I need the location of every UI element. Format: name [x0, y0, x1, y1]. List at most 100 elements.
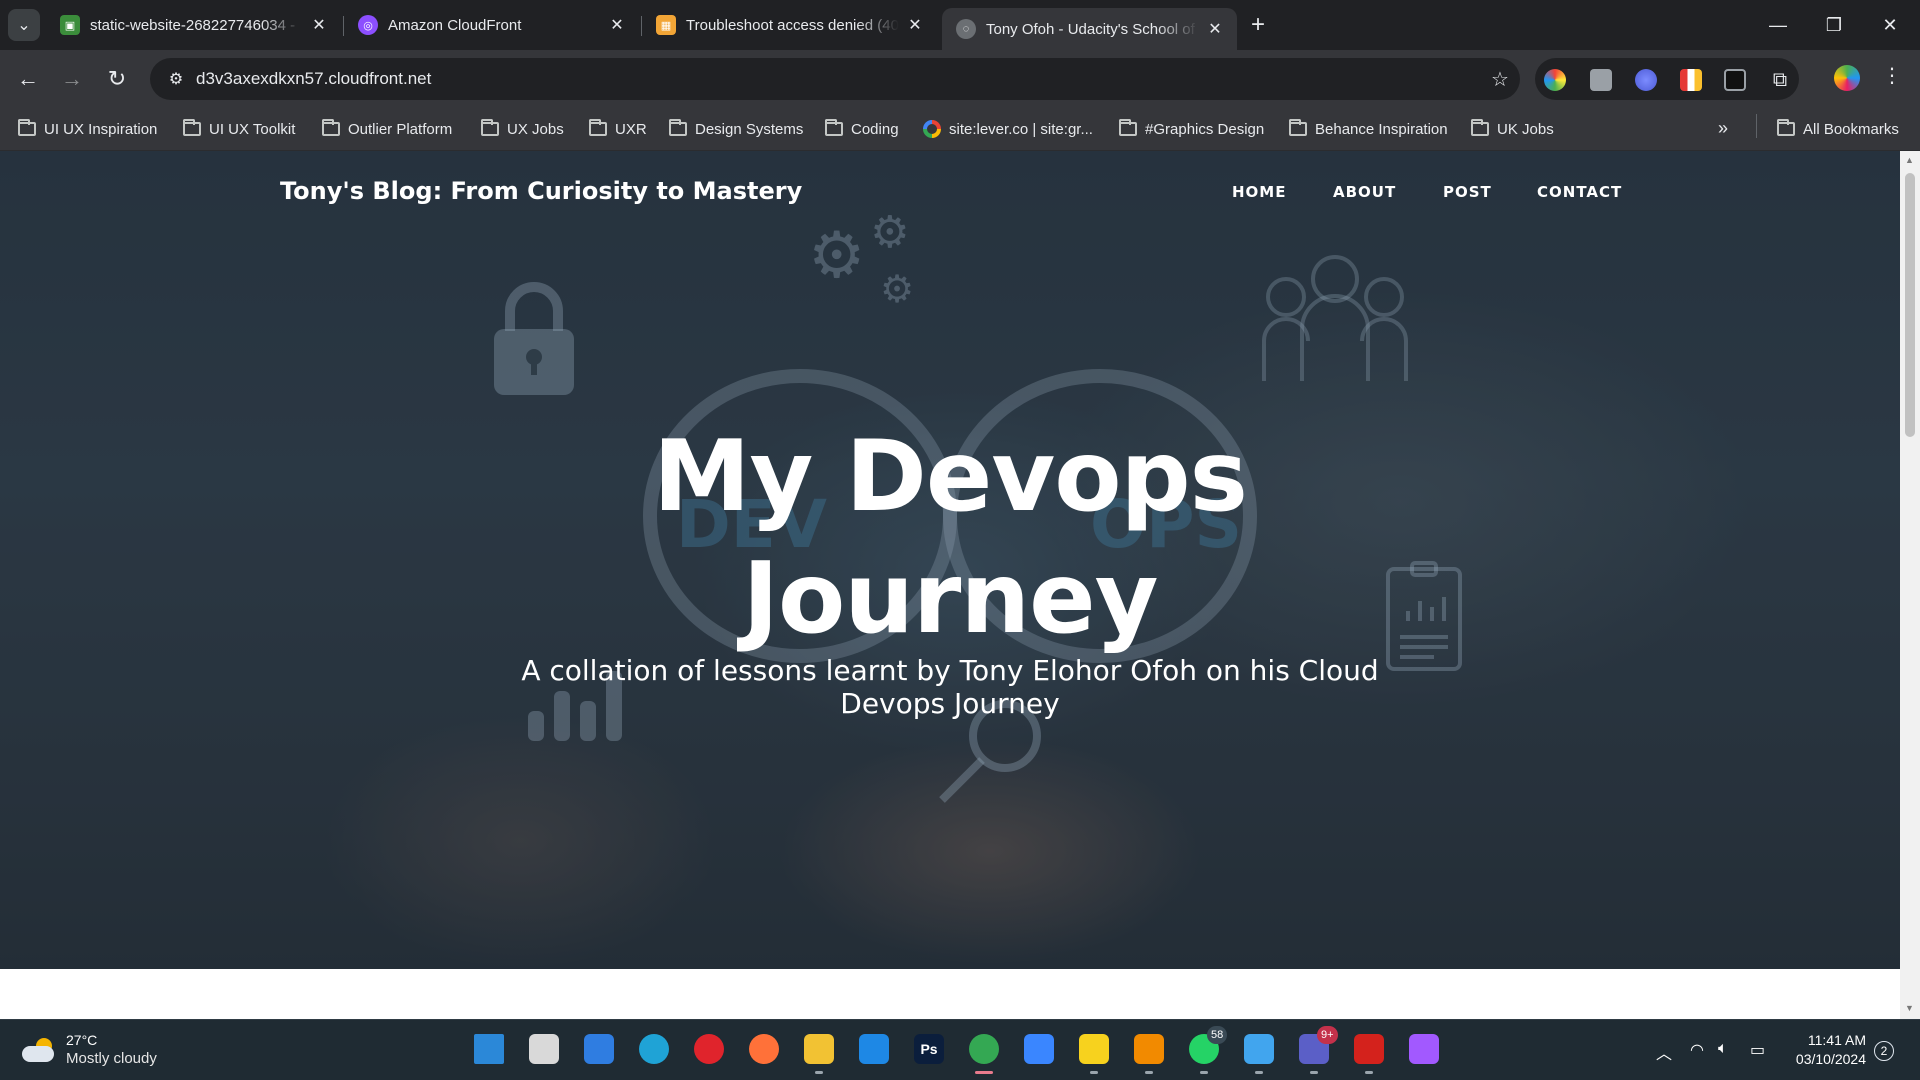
color-picker-extension-icon[interactable]: [1544, 69, 1566, 91]
close-icon[interactable]: ✕: [905, 15, 925, 35]
volume-icon[interactable]: 🔈︎: [1718, 1040, 1728, 1058]
close-icon[interactable]: ✕: [1205, 19, 1225, 39]
opera-icon[interactable]: [694, 1034, 724, 1064]
running-indicator: [1200, 1071, 1208, 1074]
folder-icon: [825, 119, 843, 136]
close-icon[interactable]: ✕: [309, 15, 329, 35]
tab-title: Amazon CloudFront: [388, 16, 522, 34]
folder-icon: [322, 119, 340, 136]
notepad-icon[interactable]: [1244, 1034, 1274, 1064]
hero-subtitle-line: A collation of lessons learnt by Tony El…: [521, 654, 1379, 687]
tab-cloudfront[interactable]: ◎ Amazon CloudFront ✕: [344, 8, 639, 42]
url-text[interactable]: d3v3axexdkxn57.cloudfront.net: [196, 69, 1480, 89]
bookmark-folder[interactable]: Outlier Platform: [322, 118, 452, 140]
chrome-icon[interactable]: [969, 1034, 999, 1064]
restore-button[interactable]: ❐: [1806, 0, 1862, 50]
toolkit-extension-icon[interactable]: [1680, 69, 1702, 91]
folder-icon: [1471, 119, 1489, 136]
more-bookmarks-icon[interactable]: »: [1718, 118, 1728, 139]
sparkle-extension-icon[interactable]: [1635, 69, 1657, 91]
edge-icon[interactable]: [639, 1034, 669, 1064]
bookmark-label: UI UX Inspiration: [44, 120, 158, 138]
date: 03/10/2024: [1795, 1051, 1866, 1067]
scroll-down-arrow-icon[interactable]: ▼: [1905, 1003, 1914, 1013]
figma-icon[interactable]: [1409, 1034, 1439, 1064]
bookmark-folder[interactable]: UX Jobs: [481, 118, 564, 140]
address-bar[interactable]: ⚙ d3v3axexdkxn57.cloudfront.net ☆: [150, 58, 1520, 100]
windows-taskbar: 27°C Mostly cloudy Ps 58 9+ ︿ ◠ 🔈︎ ▭ 11:41…: [0, 1019, 1920, 1080]
bookmark-folder[interactable]: UK Jobs: [1471, 118, 1554, 140]
folder-icon: [1289, 119, 1307, 136]
bookmark-label: #Graphics Design: [1145, 120, 1265, 138]
nav-home[interactable]: HOME: [1232, 183, 1286, 201]
tab-tony-ofoh[interactable]: ◌ Tony Ofoh - Udacity's School of ✕: [942, 8, 1237, 50]
bookmark-label: Coding: [851, 120, 899, 138]
bookmark-google[interactable]: site:lever.co | site:gr...: [923, 118, 1093, 140]
weather-desc: Mostly cloudy: [66, 1050, 157, 1067]
bookmark-folder[interactable]: Behance Inspiration: [1289, 118, 1448, 140]
bookmark-folder[interactable]: #Graphics Design: [1119, 118, 1264, 140]
bookmark-folder[interactable]: UI UX Inspiration: [18, 118, 157, 140]
vlc-icon[interactable]: [1134, 1034, 1164, 1064]
todo-icon[interactable]: [1024, 1034, 1054, 1064]
bookmark-folder[interactable]: UI UX Toolkit: [183, 118, 295, 140]
weather-temp: 27°C: [66, 1032, 98, 1048]
new-tab-button[interactable]: +: [1244, 11, 1272, 39]
windows-start-icon[interactable]: [474, 1034, 504, 1064]
task-view-icon[interactable]: [529, 1034, 559, 1064]
scroll-up-arrow-icon[interactable]: ▲: [1905, 155, 1914, 165]
nav-about[interactable]: ABOUT: [1333, 183, 1396, 201]
dark-extension-icon[interactable]: [1724, 69, 1746, 91]
hero-section: ⚙ ⚙ ⚙ DEV OPS Tony's Blog: From Curiosit…: [0, 151, 1900, 969]
nav-post[interactable]: POST: [1443, 183, 1492, 201]
site-info-icon[interactable]: ⚙: [156, 69, 196, 89]
profile-avatar[interactable]: [1834, 65, 1860, 91]
back-button[interactable]: ←: [12, 63, 44, 95]
photoshop-icon[interactable]: Ps: [914, 1034, 944, 1064]
s3-bucket-icon: ▣: [60, 15, 80, 35]
copilot-icon[interactable]: [584, 1034, 614, 1064]
bookmark-folder[interactable]: UXR: [589, 118, 647, 140]
window-extension-icon[interactable]: [1590, 69, 1612, 91]
battery-icon[interactable]: ▭: [1750, 1040, 1765, 1060]
close-icon[interactable]: ✕: [607, 15, 627, 35]
chevron-up-icon[interactable]: ︿: [1656, 1040, 1672, 1064]
tab-troubleshoot[interactable]: ▦ Troubleshoot access denied (40 ✕: [642, 8, 937, 42]
page-scrollbar[interactable]: ▲ ▼: [1900, 151, 1920, 1019]
sticky-notes-icon[interactable]: [1079, 1034, 1109, 1064]
all-bookmarks[interactable]: All Bookmarks: [1777, 118, 1899, 140]
reload-button[interactable]: ↻: [101, 63, 133, 95]
lock-icon: [488, 271, 580, 399]
nav-contact[interactable]: CONTACT: [1537, 183, 1622, 201]
file-explorer-icon[interactable]: [804, 1034, 834, 1064]
bookmark-folder[interactable]: Coding: [825, 118, 899, 140]
extensions-puzzle-icon[interactable]: ⧉: [1769, 69, 1791, 91]
bookmarks-bar: UI UX Inspiration UI UX Toolkit Outlier …: [0, 108, 1920, 151]
bookmark-label: All Bookmarks: [1803, 120, 1899, 138]
site-brand[interactable]: Tony's Blog: From Curiosity to Mastery: [280, 177, 802, 205]
acrobat-icon[interactable]: [1354, 1034, 1384, 1064]
vscode-icon[interactable]: [859, 1034, 889, 1064]
hero-title-line: My Devops: [652, 420, 1248, 534]
bookmark-star-icon[interactable]: ☆: [1480, 67, 1520, 92]
tab-title: static-website-268227746034 -: [90, 16, 296, 34]
close-window-button[interactable]: ✕: [1862, 0, 1918, 50]
bookmark-label: site:lever.co | site:gr...: [949, 120, 1093, 138]
scroll-thumb[interactable]: [1905, 173, 1915, 437]
bookmark-folder[interactable]: Design Systems: [669, 118, 803, 140]
time: 11:41 AM: [1807, 1032, 1866, 1048]
wifi-icon[interactable]: ◠: [1690, 1040, 1704, 1060]
folder-icon: [1119, 119, 1137, 136]
tab-search-button[interactable]: ⌄: [8, 9, 40, 41]
forward-button[interactable]: →: [56, 63, 88, 95]
firefox-icon[interactable]: [749, 1034, 779, 1064]
running-indicator: [1310, 1071, 1318, 1074]
tab-static-website[interactable]: ▣ static-website-268227746034 - ✕: [46, 8, 341, 42]
menu-icon[interactable]: ⋮: [1880, 63, 1904, 88]
globe-icon: ◌: [956, 19, 976, 39]
clock[interactable]: 11:41 AM 03/10/2024: [1786, 1031, 1866, 1069]
folder-icon: [481, 119, 499, 136]
notification-badge[interactable]: 2: [1874, 1041, 1894, 1061]
weather-widget[interactable]: 27°C Mostly cloudy: [22, 1032, 157, 1068]
minimize-button[interactable]: —: [1750, 0, 1806, 50]
